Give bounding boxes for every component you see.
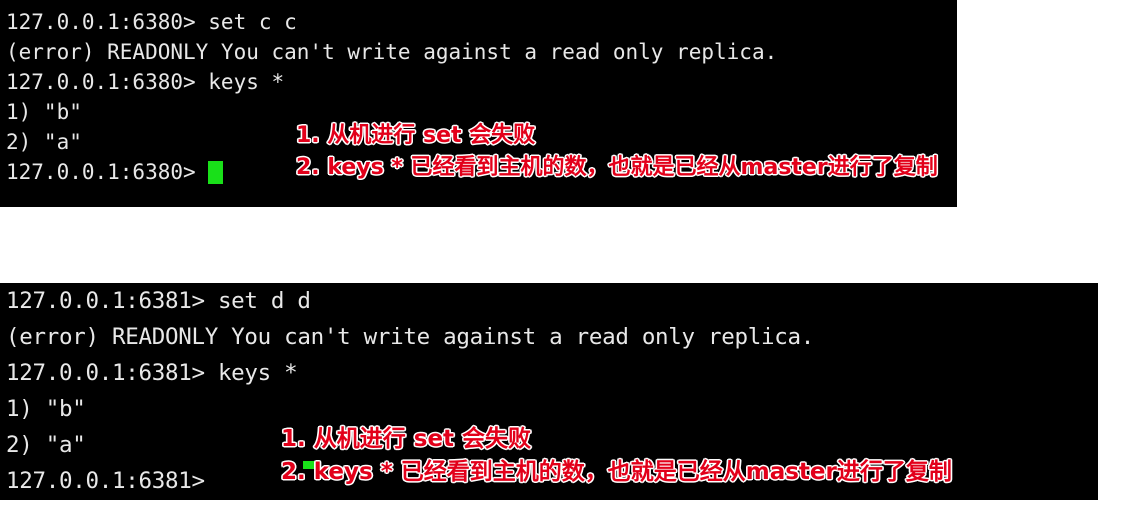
- terminal-line-result-1: 1) "b": [6, 396, 86, 422]
- terminal-line-command-set: 127.0.0.1:6380> set c c: [6, 10, 297, 34]
- terminal-line-scrolled-off: 127.0.0.1:6380> get a: [6, 0, 957, 7]
- terminal-line-error-readonly: (error) READONLY You can't write against…: [6, 324, 815, 350]
- annotation-set-fails-6380: 1. 从机进行 set 会失败: [296, 123, 536, 148]
- terminal-line-command-set: 127.0.0.1:6381> set d d: [6, 288, 311, 314]
- annotation-keys-replicated-6381: 2. keys * 已经看到主机的数，也就是已经从master进行了复制: [281, 459, 952, 485]
- annotation-set-fails-6381: 1. 从机进行 set 会失败: [281, 426, 532, 452]
- terminal-line-error-readonly: (error) READONLY You can't write against…: [6, 40, 778, 64]
- terminal-line-command-keys: 127.0.0.1:6380> keys *: [6, 70, 285, 94]
- cursor-block: [208, 161, 224, 184]
- annotation-keys-replicated-6380: 2. keys * 已经看到主机的数，也就是已经从master进行了复制: [296, 155, 938, 180]
- prompt-text: 127.0.0.1:6380>: [6, 160, 209, 184]
- terminal-line-command-keys: 127.0.0.1:6381> keys *: [6, 360, 298, 386]
